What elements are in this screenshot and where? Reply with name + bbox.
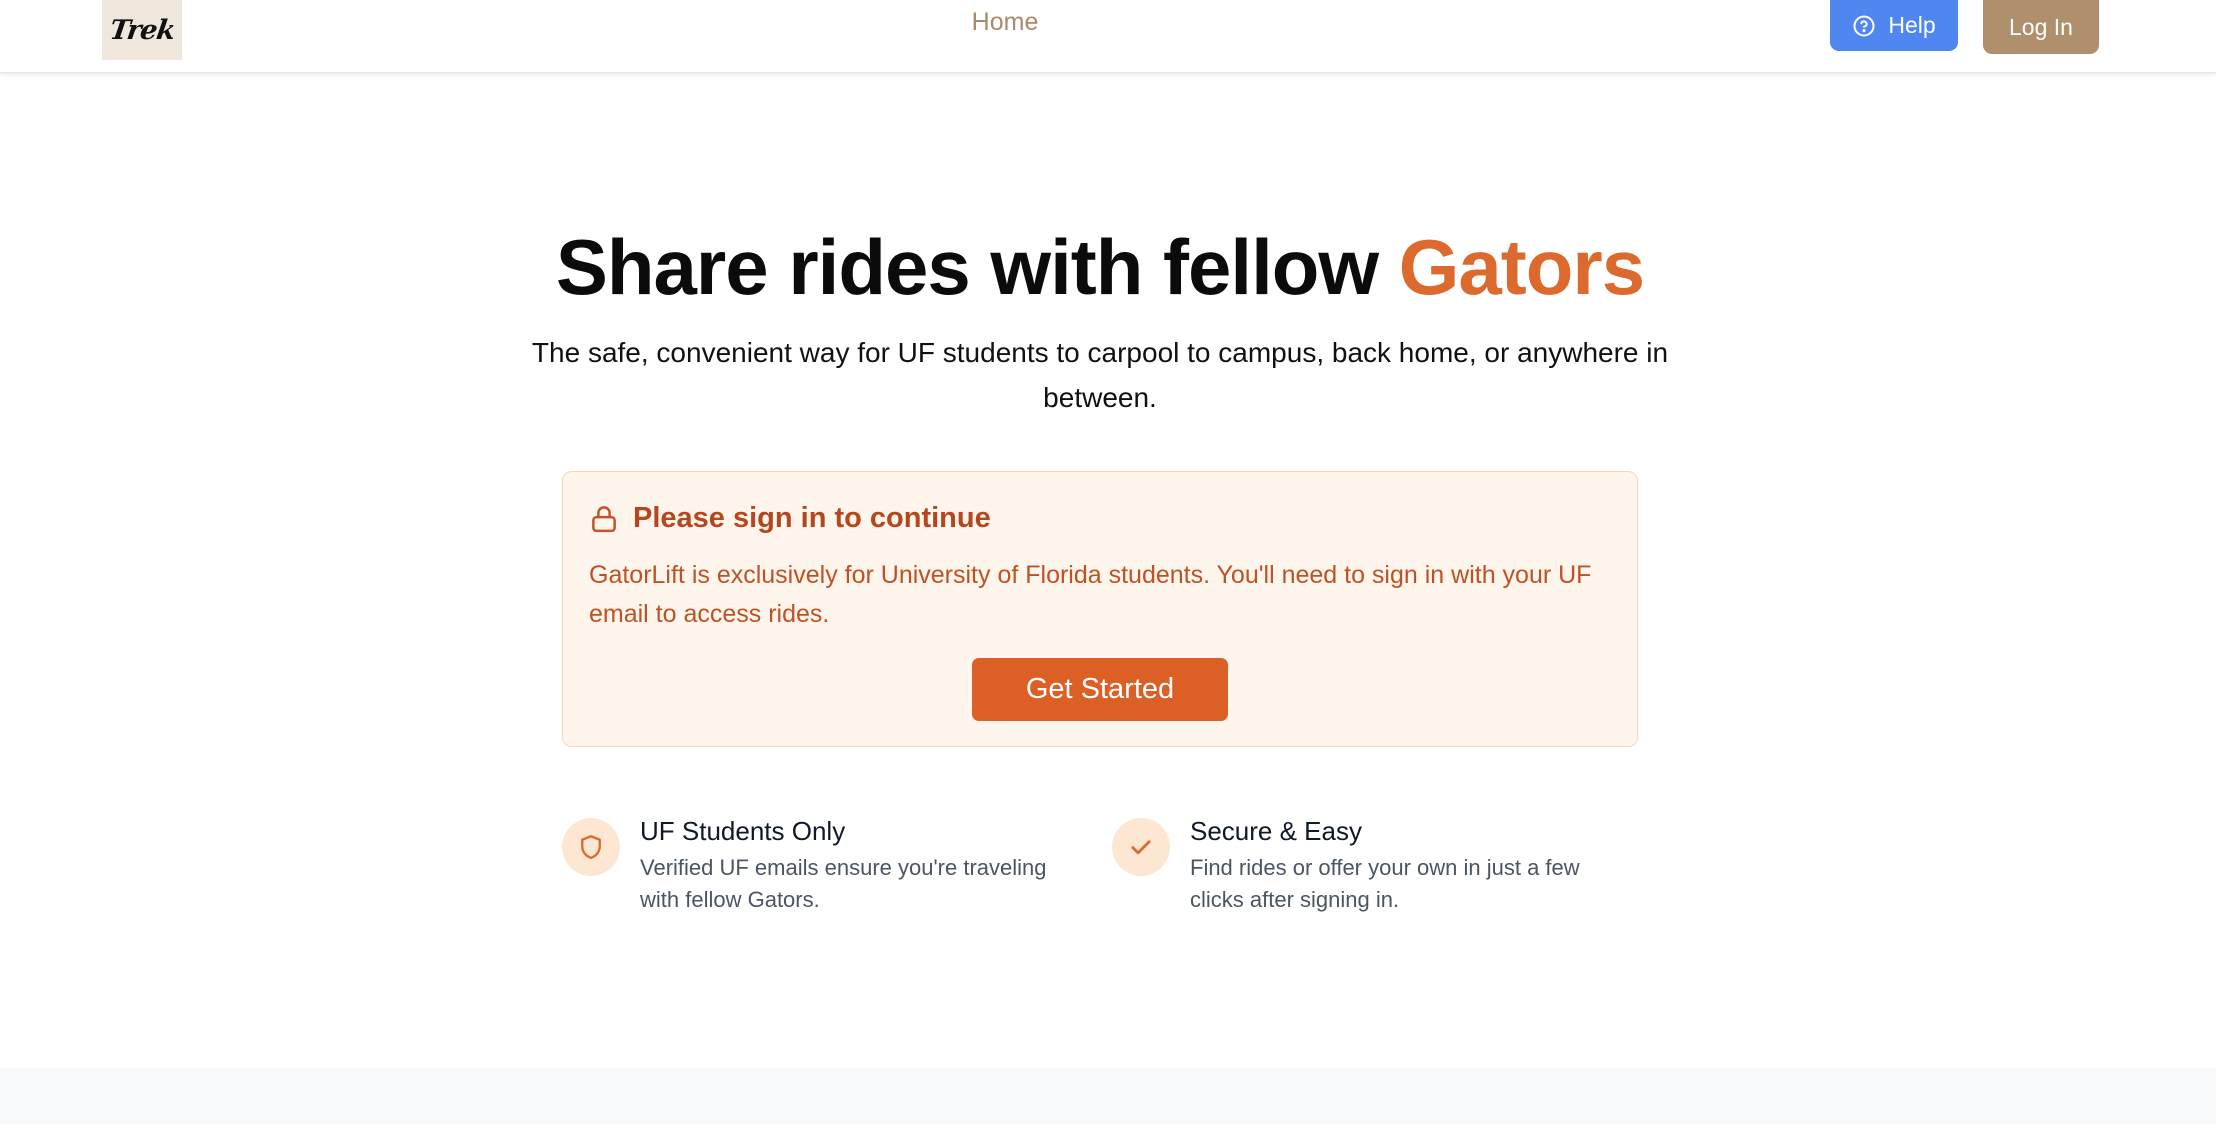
logo-text: Trek <box>107 14 177 46</box>
notice-title: Please sign in to continue <box>633 502 991 534</box>
help-circle-icon <box>1853 15 1875 36</box>
notice-body: GatorLift is exclusively for University … <box>589 561 1592 628</box>
help-button[interactable]: Help <box>1830 0 1958 51</box>
hero-title-main: Share rides with fellow <box>555 223 1399 311</box>
nav-link-home[interactable]: Home <box>950 8 1060 37</box>
feature-title: UF Students Only <box>640 816 846 846</box>
feature-description: Verified UF emails ensure you're traveli… <box>640 855 1047 912</box>
get-started-button[interactable]: Get Started <box>972 658 1228 721</box>
hero-title-accent: Gators <box>1398 223 1645 311</box>
top-navbar: Trek Home Help Log In <box>0 0 2216 73</box>
feature-icon-circle <box>562 818 620 876</box>
trek-logo[interactable]: Trek <box>102 0 182 60</box>
login-button[interactable]: Log In <box>1983 0 2099 54</box>
sign-in-notice-card: Please sign in to continue GatorLift is … <box>562 471 1638 747</box>
lock-icon <box>592 505 616 532</box>
feature-title: Secure & Easy <box>1190 816 1362 846</box>
hero-subtitle: The safe, convenient way for UF students… <box>531 337 1669 413</box>
shield-icon <box>581 835 601 860</box>
notice-header: Please sign in to continue <box>589 502 991 535</box>
feature-secure-easy: Secure & Easy Find rides or offer your o… <box>1112 816 1632 936</box>
feature-icon-circle <box>1112 818 1170 876</box>
help-button-label: Help <box>1888 12 1936 38</box>
hero-title: Share rides with fellow Gators <box>0 222 2200 313</box>
footer-section <box>0 1068 2216 1124</box>
feature-uf-students-only: UF Students Only Verified UF emails ensu… <box>562 816 1082 936</box>
login-button-label: Log In <box>2009 13 2073 40</box>
check-icon <box>1131 840 1151 855</box>
feature-description: Find rides or offer your own in just a f… <box>1190 855 1580 912</box>
